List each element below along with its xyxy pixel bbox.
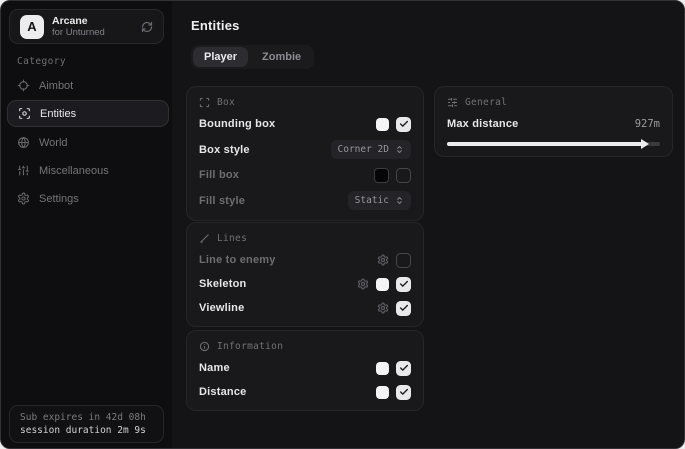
setting-label: Distance	[199, 386, 246, 398]
fill-box-checkbox[interactable]	[396, 168, 411, 183]
name-color-swatch[interactable]	[376, 362, 389, 375]
setting-label: Max distance	[447, 118, 518, 130]
information-panel-title: Information	[217, 341, 283, 352]
tab-player[interactable]: Player	[193, 47, 248, 67]
information-panel-header: Information	[199, 341, 411, 352]
bounding-box-color-swatch[interactable]	[376, 118, 389, 131]
distance-color-swatch[interactable]	[376, 386, 389, 399]
gear-icon[interactable]	[377, 302, 389, 314]
distance-checkbox[interactable]	[396, 385, 411, 400]
box-panel-header: Box	[199, 97, 411, 108]
box-style-value: Corner 2D	[338, 144, 389, 155]
sidebar-item-miscellaneous[interactable]: Miscellaneous	[7, 157, 169, 184]
setting-row-max-distance: Max distance 927m	[447, 116, 660, 132]
setting-row-box-style: Box style Corner 2D	[199, 140, 411, 159]
app-name: Arcane	[52, 15, 141, 27]
skeleton-color-swatch[interactable]	[376, 278, 389, 291]
gear-icon	[17, 192, 30, 205]
viewline-checkbox[interactable]	[396, 301, 411, 316]
subscription-card: Sub expires in 42d 08h session duration …	[9, 405, 164, 443]
setting-label: Line to enemy	[199, 254, 276, 266]
box-panel: Box Bounding box Box style Corner 2D	[186, 86, 424, 221]
setting-label: Viewline	[199, 302, 244, 314]
setting-row-skeleton: Skeleton	[199, 276, 411, 292]
gear-icon[interactable]	[377, 254, 389, 266]
sidebar-item-settings[interactable]: Settings	[7, 185, 169, 212]
general-panel: General Max distance 927m	[434, 86, 673, 157]
tab-bar: Player Zombie	[191, 45, 314, 69]
setting-row-name: Name	[199, 360, 411, 376]
setting-label: Name	[199, 362, 230, 374]
scan-eye-icon	[18, 107, 31, 120]
setting-row-line-to-enemy: Line to enemy	[199, 252, 411, 268]
info-icon	[199, 341, 210, 352]
sidebar: A Arcane for Unturned Category Aimbot En…	[1, 1, 173, 448]
category-label: Category	[17, 56, 66, 67]
max-distance-slider[interactable]	[447, 142, 660, 146]
tab-zombie[interactable]: Zombie	[251, 47, 312, 67]
scan-box-icon	[199, 97, 210, 108]
sync-icon[interactable]	[141, 21, 153, 33]
box-style-dropdown[interactable]: Corner 2D	[331, 140, 411, 159]
line-icon	[199, 233, 210, 244]
sidebar-item-label: Miscellaneous	[39, 165, 109, 177]
sub-expiry-text: Sub expires in 42d 08h	[20, 412, 153, 423]
fill-box-color-swatch[interactable]	[374, 168, 389, 183]
page-title: Entities	[191, 18, 240, 33]
sidebar-item-entities[interactable]: Entities	[7, 100, 169, 127]
sidebar-item-label: Entities	[40, 108, 76, 120]
sliders-icon	[17, 164, 30, 177]
globe-icon	[17, 136, 30, 149]
name-checkbox[interactable]	[396, 361, 411, 376]
app-logo: A	[20, 15, 44, 39]
fill-style-dropdown[interactable]: Static	[348, 191, 411, 210]
setting-label: Fill style	[199, 195, 245, 207]
chevrons-up-down-icon	[395, 196, 404, 205]
line-to-enemy-checkbox[interactable]	[396, 253, 411, 268]
slider-thumb[interactable]	[641, 139, 649, 149]
sidebar-item-aimbot[interactable]: Aimbot	[7, 72, 169, 99]
setting-label: Skeleton	[199, 278, 246, 290]
sidebar-item-label: World	[39, 137, 68, 149]
sidebar-item-label: Aimbot	[39, 80, 73, 92]
setting-label: Fill box	[199, 169, 239, 181]
app-subtitle: for Unturned	[52, 27, 141, 38]
box-panel-title: Box	[217, 97, 235, 108]
chevrons-up-down-icon	[395, 145, 404, 154]
brand-text: Arcane for Unturned	[52, 15, 141, 38]
fill-style-value: Static	[355, 195, 389, 206]
setting-label: Bounding box	[199, 118, 275, 130]
setting-row-bounding-box: Bounding box	[199, 116, 411, 132]
lines-panel: Lines Line to enemy Skeleton	[186, 222, 424, 327]
setting-row-fill-box: Fill box	[199, 167, 411, 183]
setting-row-fill-style: Fill style Static	[199, 191, 411, 210]
sidebar-item-world[interactable]: World	[7, 129, 169, 156]
setting-row-distance: Distance	[199, 384, 411, 400]
app-window: A Arcane for Unturned Category Aimbot En…	[0, 0, 685, 449]
setting-row-viewline: Viewline	[199, 300, 411, 316]
setting-label: Box style	[199, 144, 250, 156]
lines-panel-header: Lines	[199, 233, 411, 244]
session-duration-text: session duration 2m 9s	[20, 425, 153, 436]
general-panel-title: General	[465, 97, 507, 108]
bounding-box-checkbox[interactable]	[396, 117, 411, 132]
max-distance-value: 927m	[635, 118, 660, 130]
main-content: Entities Player Zombie Box Bounding box	[172, 1, 684, 448]
information-panel: Information Name Distance	[186, 330, 424, 411]
slider-fill	[447, 142, 643, 146]
skeleton-checkbox[interactable]	[396, 277, 411, 292]
gear-icon[interactable]	[357, 278, 369, 290]
crosshair-icon	[17, 79, 30, 92]
general-panel-header: General	[447, 97, 660, 108]
lines-panel-title: Lines	[217, 233, 247, 244]
sidebar-item-label: Settings	[39, 193, 79, 205]
brand-card: A Arcane for Unturned	[9, 9, 164, 44]
sliders-horizontal-icon	[447, 97, 458, 108]
